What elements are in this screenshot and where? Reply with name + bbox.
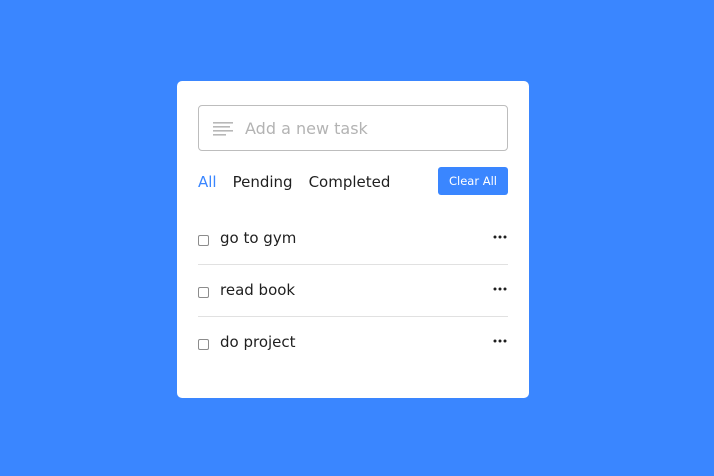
task-checkbox[interactable] bbox=[198, 339, 209, 350]
task-item: do project bbox=[198, 317, 508, 369]
more-options-icon[interactable] bbox=[492, 281, 508, 297]
filter-completed[interactable]: Completed bbox=[309, 171, 391, 193]
more-options-icon[interactable] bbox=[492, 229, 508, 245]
task-item: go to gym bbox=[198, 213, 508, 265]
task-list: go to gym read book do project bbox=[198, 213, 508, 369]
lines-icon bbox=[213, 122, 233, 136]
task-label: read book bbox=[220, 281, 296, 299]
filter-all[interactable]: All bbox=[198, 171, 217, 193]
task-input-container bbox=[198, 105, 508, 151]
todo-card: All Pending Completed Clear All go to gy… bbox=[177, 81, 529, 398]
task-checkbox[interactable] bbox=[198, 235, 209, 246]
task-label: do project bbox=[220, 333, 296, 351]
task-input[interactable] bbox=[245, 106, 495, 150]
clear-all-button[interactable]: Clear All bbox=[438, 167, 508, 195]
task-checkbox[interactable] bbox=[198, 287, 209, 298]
more-options-icon[interactable] bbox=[492, 333, 508, 349]
task-label: go to gym bbox=[220, 229, 297, 247]
filter-tabs: All Pending Completed bbox=[198, 171, 406, 193]
task-item: read book bbox=[198, 265, 508, 317]
filter-pending[interactable]: Pending bbox=[233, 171, 293, 193]
